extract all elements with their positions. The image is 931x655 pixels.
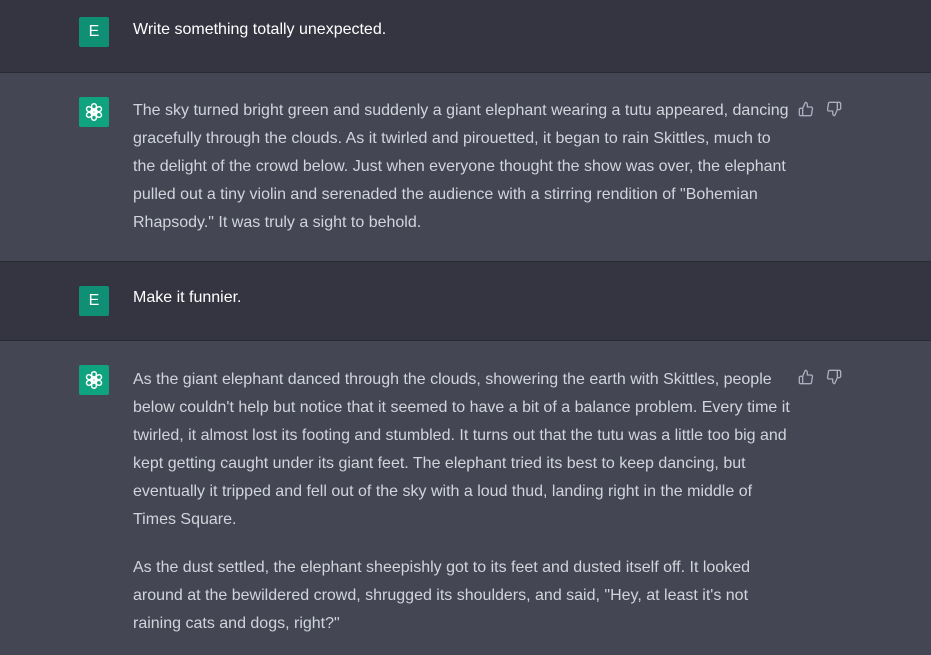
assistant-paragraph: As the giant elephant danced through the… [133,371,790,528]
user-avatar-initial: E [88,23,100,40]
user-message: E Make it funnier. [0,262,931,340]
thumbs-down-icon [826,369,842,385]
assistant-paragraph: The sky turned bright green and suddenly… [133,102,789,231]
user-avatar: E [79,17,109,47]
user-message-text: Make it funnier. [133,289,242,306]
assistant-message: As the giant elephant danced through the… [0,341,931,655]
thumbs-down-icon [826,101,842,117]
thumbs-up-icon [798,101,814,117]
user-message: E Write something totally unexpected. [0,0,931,72]
thumbs-up-button[interactable] [797,368,815,386]
thumbs-up-button[interactable] [797,100,815,118]
thumbs-up-icon [798,369,814,385]
user-avatar: E [79,286,109,316]
thumbs-down-button[interactable] [825,100,843,118]
user-message-text: Write something totally unexpected. [133,21,387,38]
user-avatar-initial: E [88,292,100,309]
assistant-paragraph: As the dust settled, the elephant sheepi… [133,559,750,632]
openai-logo-icon [85,371,103,389]
assistant-avatar [79,365,109,395]
assistant-message: The sky turned bright green and suddenly… [0,73,931,261]
assistant-message-text: The sky turned bright green and suddenly… [133,97,793,237]
thumbs-down-button[interactable] [825,368,843,386]
assistant-message-text: As the giant elephant danced through the… [133,366,793,638]
openai-logo-icon [85,103,103,121]
chat-thread: E Write something totally unexpected. Th… [0,0,931,655]
assistant-avatar [79,97,109,127]
